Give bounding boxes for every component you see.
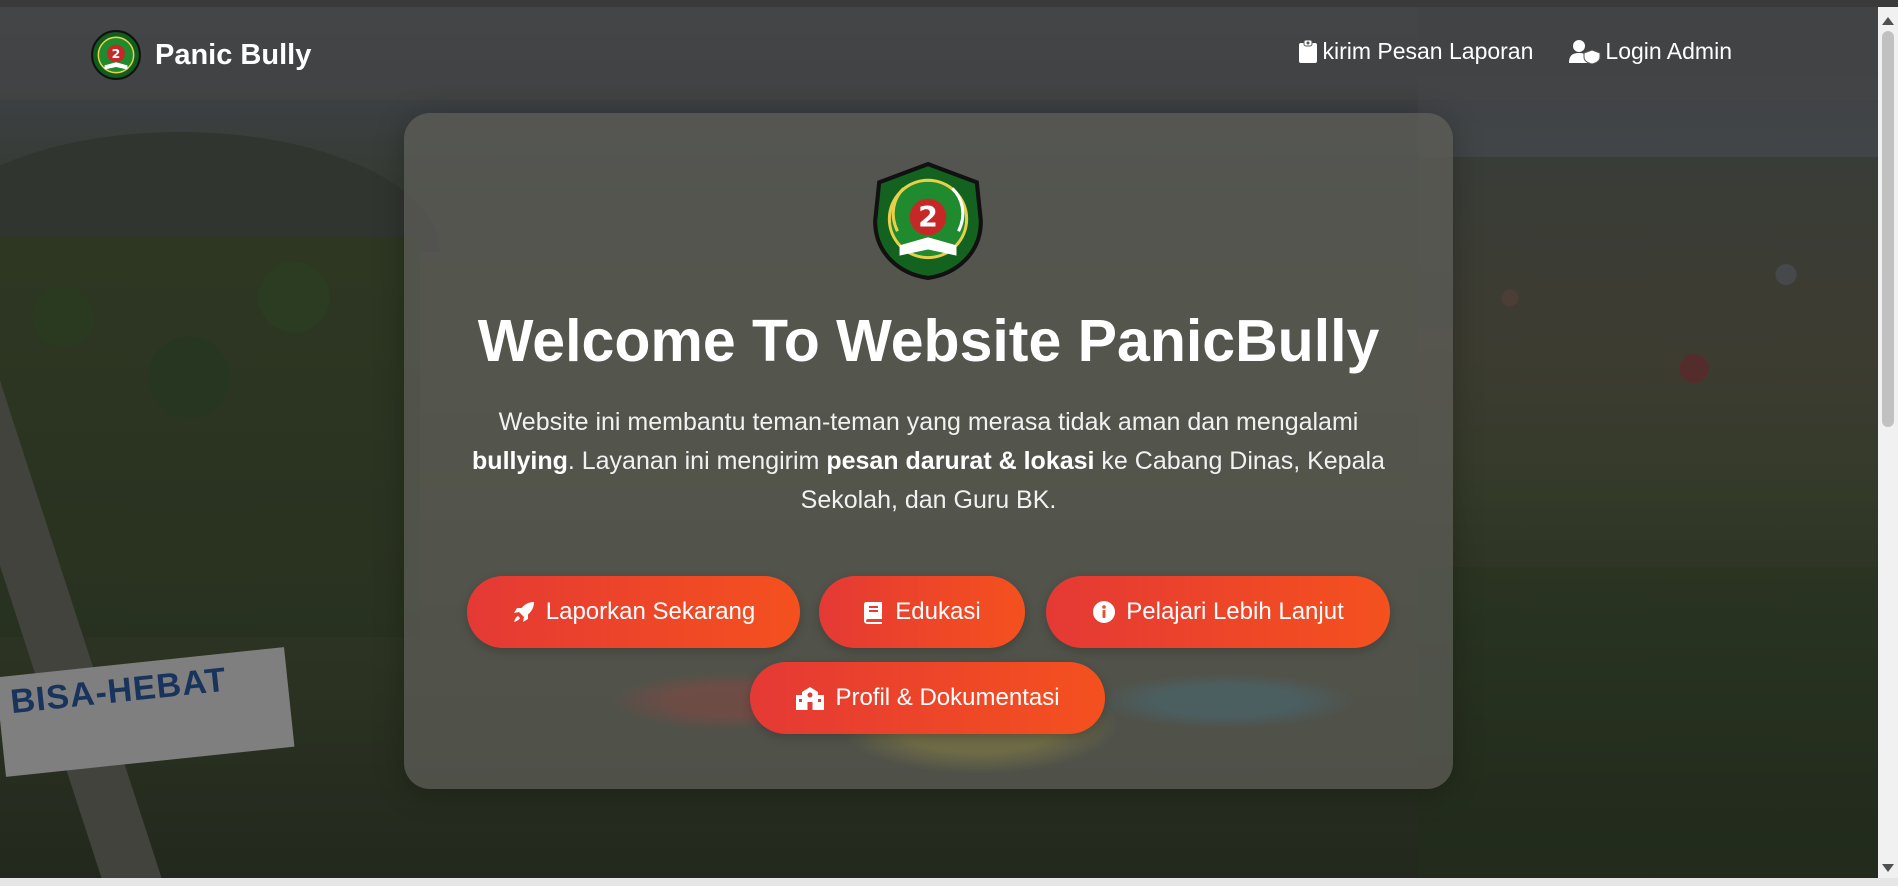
button-label: Edukasi — [895, 598, 981, 625]
desc-text-2: . Layanan ini mengirim — [567, 447, 827, 475]
profil-dokumentasi-button[interactable]: Profil & Dokumentasi — [750, 662, 1105, 734]
nav-link-label: kirim Pesan Laporan — [1322, 38, 1534, 64]
book-icon — [864, 602, 883, 624]
card-backdrop — [434, 533, 1424, 773]
desc-bold-bullying: bullying — [472, 447, 568, 475]
brand[interactable]: 2 Panic Bully — [90, 29, 311, 81]
hero-title: Welcome To Website PanicBully — [477, 308, 1380, 374]
button-label: Laporkan Sekarang — [545, 598, 756, 625]
scrollbar-thumb[interactable] — [1882, 31, 1894, 427]
school-logo-icon: 2 — [91, 30, 141, 80]
svg-text:2: 2 — [918, 201, 938, 234]
school-emblem-icon: 2 — [873, 161, 983, 280]
user-shield-icon — [1569, 39, 1601, 64]
info-icon — [1093, 601, 1116, 623]
hero-description: Website ini membantu teman-teman yang me… — [454, 403, 1403, 520]
button-label: Profil & Dokumentasi — [835, 684, 1060, 711]
school-building-icon — [796, 687, 825, 710]
nav-link-label: Login Admin — [1605, 38, 1732, 64]
navbar: 2 Panic Bully kirim Pesan Laporan Login … — [0, 7, 1878, 100]
laporkan-sekarang-button[interactable]: Laporkan Sekarang — [467, 576, 800, 648]
browser-bottom-edge — [0, 878, 1898, 886]
edukasi-button[interactable]: Edukasi — [819, 576, 1025, 648]
svg-text:2: 2 — [112, 46, 121, 61]
rocket-icon — [513, 602, 534, 622]
page-scrollbar[interactable] — [1878, 7, 1898, 878]
brand-name: Panic Bully — [155, 38, 312, 71]
nav-links: kirim Pesan Laporan Login Admin — [1262, 38, 1732, 65]
hero-card: 2 Welcome To Website PanicBully Website … — [404, 113, 1453, 789]
desc-text-1: Website ini membantu teman-teman yang me… — [498, 408, 1359, 436]
nav-link-login-admin[interactable]: Login Admin — [1569, 38, 1732, 65]
desc-bold-pesan: pesan darurat & lokasi — [826, 447, 1095, 475]
browser-top-edge — [0, 0, 1898, 7]
pelajari-lebih-lanjut-button[interactable]: Pelajari Lebih Lanjut — [1046, 576, 1390, 648]
button-label: Pelajari Lebih Lanjut — [1126, 598, 1344, 625]
scroll-up-arrow-icon[interactable] — [1882, 17, 1894, 25]
scroll-down-arrow-icon[interactable] — [1882, 864, 1894, 872]
nav-link-kirim-pesan[interactable]: kirim Pesan Laporan — [1298, 38, 1533, 65]
clipboard-icon — [1299, 39, 1318, 63]
